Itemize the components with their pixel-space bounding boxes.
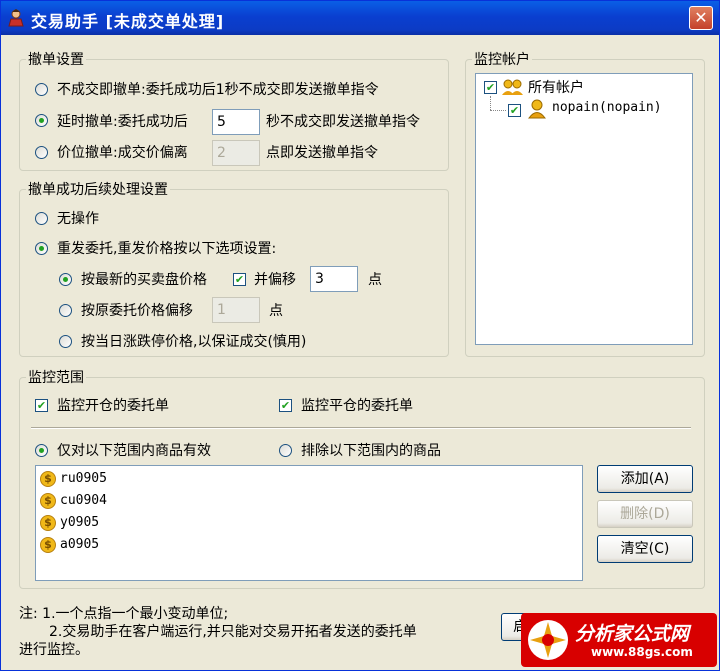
resubmit-radio[interactable] xyxy=(35,242,48,255)
include-range-radio[interactable] xyxy=(35,444,48,457)
note-line-1: 注: 1.一个点指一个最小变动单位; xyxy=(19,606,229,622)
price-cancel-radio[interactable] xyxy=(35,146,48,159)
latest-price-label: 按最新的买卖盘价格 xyxy=(81,272,207,288)
watermark: 分析家公式网 www.88gs.com xyxy=(521,613,717,667)
account-user-icon xyxy=(528,99,546,119)
add-button[interactable]: 添加(A) xyxy=(597,465,693,493)
list-item[interactable]: $ cu0904 xyxy=(38,492,238,512)
no-action-label: 无操作 xyxy=(57,211,99,227)
coin-icon: $ xyxy=(40,493,56,509)
delete-button[interactable]: 删除(D) xyxy=(597,500,693,528)
accounts-group-icon xyxy=(502,79,523,95)
title-bar[interactable]: 交易助手 [未成交单处理] ✕ xyxy=(1,1,719,35)
resubmit-label: 重发委托,重发价格按以下选项设置: xyxy=(57,241,277,257)
delay-cancel-suffix: 秒不成交即发送撤单指令 xyxy=(266,114,420,130)
followup-legend: 撤单成功后续处理设置 xyxy=(28,182,168,198)
original-offset-unit: 点 xyxy=(269,303,283,319)
account-checkbox[interactable]: ✔ xyxy=(508,104,521,117)
exclude-range-radio[interactable] xyxy=(279,444,292,457)
exclude-range-label: 排除以下范围内的商品 xyxy=(301,443,441,459)
limit-price-label: 按当日涨跌停价格,以保证成交(慎用) xyxy=(81,334,307,350)
account-label: nopain(nopain) xyxy=(552,100,662,115)
offset-unit: 点 xyxy=(368,272,382,288)
cancel-settings-legend: 撤单设置 xyxy=(28,52,84,68)
coin-icon: $ xyxy=(40,515,56,531)
monitor-close-label: 监控平仓的委托单 xyxy=(301,398,413,414)
price-deviation-input[interactable]: 2 xyxy=(212,140,260,166)
all-accounts-checkbox[interactable]: ✔ xyxy=(484,81,497,94)
watermark-url: www.88gs.com xyxy=(591,645,693,659)
instant-cancel-label: 不成交即撤单:委托成功后1秒不成交即发送撤单指令 xyxy=(57,82,379,98)
offset-checkbox[interactable]: ✔ xyxy=(233,273,246,286)
no-action-radio[interactable] xyxy=(35,212,48,225)
note-line-2: 2.交易助手在客户端运行,并只能对交易开拓者发送的委托单 xyxy=(49,624,417,640)
latest-price-radio[interactable] xyxy=(59,273,72,286)
monitor-close-checkbox[interactable]: ✔ xyxy=(279,399,292,412)
all-accounts-label: 所有帐户 xyxy=(528,80,584,96)
scope-legend: 监控范围 xyxy=(28,370,84,386)
note-line-3: 进行监控。 xyxy=(19,642,89,658)
app-icon xyxy=(8,9,24,27)
window-title: 交易助手 [未成交单处理] xyxy=(31,12,225,31)
list-item[interactable]: $ a0905 xyxy=(38,536,238,556)
accounts-tree[interactable]: ✔ 所有帐户 ✔ nopain(nopain) xyxy=(475,73,693,345)
list-item[interactable]: $ y0905 xyxy=(38,514,238,534)
delay-cancel-label: 延时撤单:委托成功后 xyxy=(57,114,188,130)
original-price-label: 按原委托价格偏移 xyxy=(81,303,193,319)
product-code: a0905 xyxy=(60,537,100,552)
clear-button[interactable]: 清空(C) xyxy=(597,535,693,563)
price-cancel-label: 价位撤单:成交价偏离 xyxy=(57,145,188,161)
offset-points-input[interactable]: 3 xyxy=(310,266,358,292)
watermark-brand: 分析家公式网 xyxy=(575,623,690,645)
list-item[interactable]: $ ru0905 xyxy=(38,470,238,490)
delay-seconds-input[interactable]: 5 xyxy=(212,109,260,135)
price-cancel-suffix: 点即发送撤单指令 xyxy=(266,145,378,161)
watermark-logo-icon xyxy=(528,620,568,660)
dialog-window: 交易助手 [未成交单处理] ✕ 撤单设置 不成交即撤单:委托成功后1秒不成交即发… xyxy=(0,0,720,671)
tree-line xyxy=(490,96,491,110)
scope-separator xyxy=(31,427,691,429)
coin-icon: $ xyxy=(40,537,56,553)
limit-price-radio[interactable] xyxy=(59,335,72,348)
delay-cancel-radio[interactable] xyxy=(35,114,48,127)
coin-icon: $ xyxy=(40,471,56,487)
instant-cancel-radio[interactable] xyxy=(35,83,48,96)
monitor-open-label: 监控开仓的委托单 xyxy=(57,398,169,414)
product-code: y0905 xyxy=(60,515,100,530)
product-code: ru0905 xyxy=(60,471,107,486)
include-range-label: 仅对以下范围内商品有效 xyxy=(57,443,211,459)
tree-line-branch xyxy=(490,110,506,111)
original-offset-input[interactable]: 1 xyxy=(212,297,260,323)
original-price-radio[interactable] xyxy=(59,304,72,317)
close-button[interactable]: ✕ xyxy=(689,6,713,30)
product-list[interactable]: $ ru0905 $ cu0904 $ y0905 $ a0905 xyxy=(35,465,583,581)
offset-label: 并偏移 xyxy=(254,272,296,288)
accounts-legend: 监控帐户 xyxy=(474,52,530,68)
product-code: cu0904 xyxy=(60,493,107,508)
monitor-open-checkbox[interactable]: ✔ xyxy=(35,399,48,412)
